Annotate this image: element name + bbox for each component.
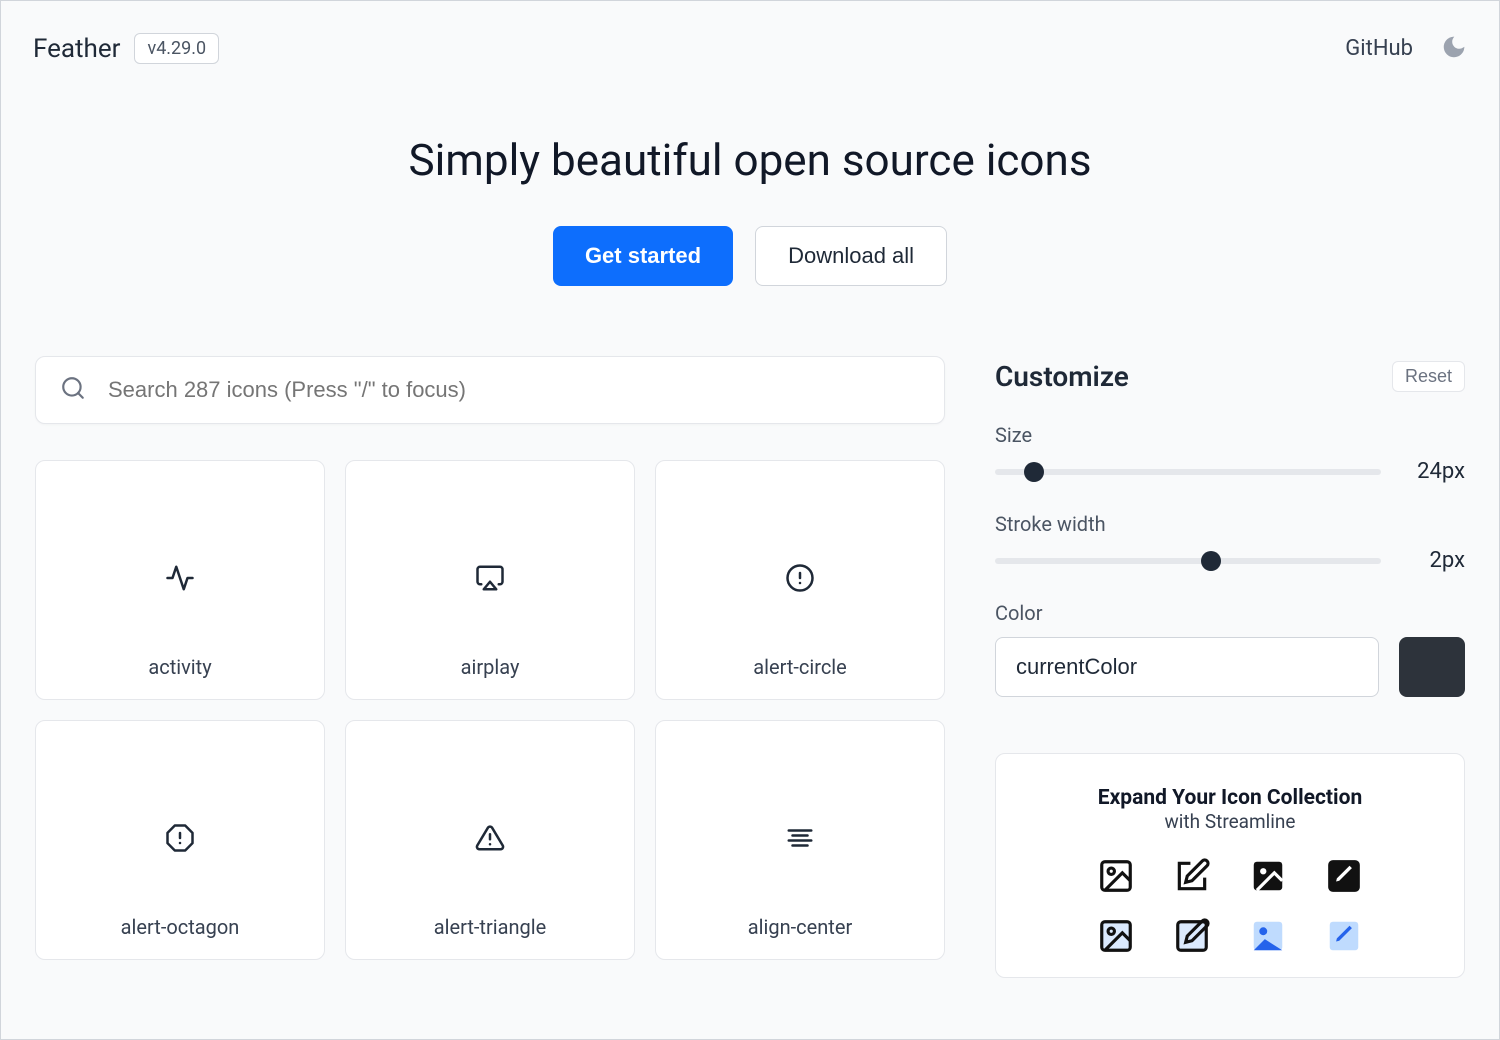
airplay-icon [475,563,505,597]
header-left: Feather v4.29.0 [33,33,219,64]
size-label: Size [995,423,1465,447]
promo-image-solid-icon [1247,855,1289,897]
download-all-button[interactable]: Download all [755,226,947,286]
header: Feather v4.29.0 GitHub [1,1,1499,84]
icon-label: airplay [461,655,520,679]
stroke-value: 2px [1405,548,1465,573]
alert-circle-icon [785,563,815,597]
icon-card-activity[interactable]: activity [35,460,325,700]
right-column: Customize Reset Size 24px Stroke width 2… [995,356,1465,978]
header-right: GitHub [1345,34,1467,64]
size-slider-thumb[interactable] [1024,462,1044,482]
version-badge[interactable]: v4.29.0 [134,33,219,64]
moon-icon[interactable] [1441,34,1467,64]
icon-card-airplay[interactable]: airplay [345,460,635,700]
get-started-button[interactable]: Get started [553,226,733,286]
stroke-slider[interactable] [995,558,1381,564]
promo-edit-duo-icon [1171,915,1213,957]
icon-card-alert-triangle[interactable]: alert-triangle [345,720,635,960]
color-control: Color [995,601,1465,697]
logo[interactable]: Feather [33,34,120,64]
promo-card[interactable]: Expand Your Icon Collection with Streaml… [995,753,1465,978]
size-slider[interactable] [995,469,1381,475]
icon-card-alert-octagon[interactable]: alert-octagon [35,720,325,960]
alert-triangle-icon [475,823,505,857]
size-control: Size 24px [995,423,1465,484]
stroke-label: Stroke width [995,512,1465,536]
hero: Simply beautiful open source icons Get s… [1,84,1499,326]
promo-edit-solid-icon [1323,855,1365,897]
promo-image-flat-icon [1247,915,1289,957]
color-label: Color [995,601,1465,625]
promo-title: Expand Your Icon Collection [1026,786,1434,810]
stroke-slider-thumb[interactable] [1201,551,1221,571]
icon-card-align-center[interactable]: align-center [655,720,945,960]
icon-card-alert-circle[interactable]: alert-circle [655,460,945,700]
customize-title: Customize [995,360,1129,393]
promo-subtitle: with Streamline [1026,810,1434,833]
color-input[interactable] [995,637,1379,697]
left-column: activity airplay alert-circle alert-octa… [35,356,945,978]
icon-grid: activity airplay alert-circle alert-octa… [35,460,945,960]
search-bar[interactable] [35,356,945,424]
reset-button[interactable]: Reset [1392,361,1465,392]
hero-title: Simply beautiful open source icons [1,134,1499,186]
icon-label: alert-circle [753,655,847,679]
promo-icons [1026,855,1434,957]
align-center-icon [785,823,815,857]
stroke-control: Stroke width 2px [995,512,1465,573]
icon-label: alert-triangle [434,915,547,939]
icon-label: activity [148,655,211,679]
main: activity airplay alert-circle alert-octa… [1,326,1499,978]
github-link[interactable]: GitHub [1345,36,1413,61]
icon-label: align-center [748,915,852,939]
color-swatch[interactable] [1399,637,1465,697]
promo-edit-outline-icon [1171,855,1213,897]
icon-label: alert-octagon [121,915,240,939]
search-input[interactable] [108,377,920,403]
size-value: 24px [1405,459,1465,484]
promo-image-outline-icon [1095,855,1137,897]
customize-header: Customize Reset [995,360,1465,393]
search-icon [60,375,108,405]
alert-octagon-icon [165,823,195,857]
promo-edit-flat-icon [1323,915,1365,957]
promo-image-duo-icon [1095,915,1137,957]
hero-buttons: Get started Download all [1,226,1499,286]
activity-icon [165,563,195,597]
